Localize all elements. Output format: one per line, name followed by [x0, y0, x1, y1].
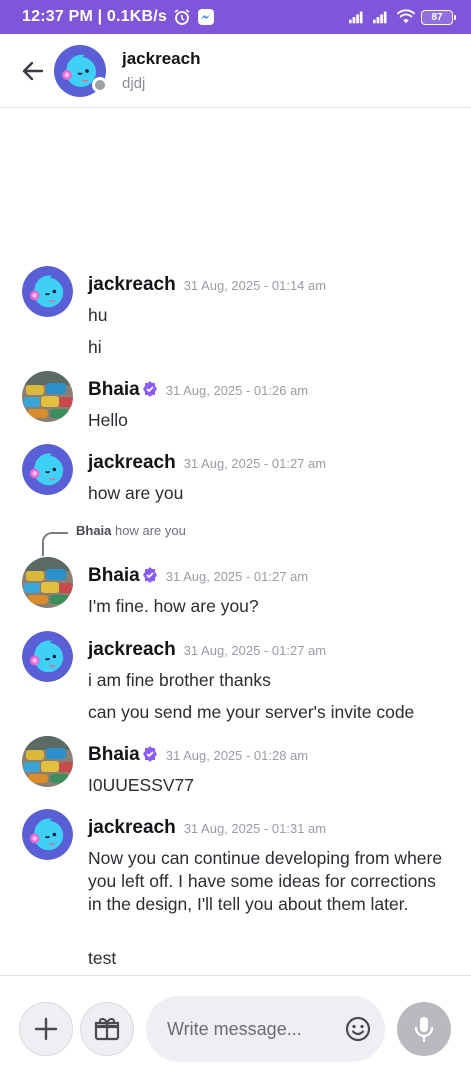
reply-preview: Bhaia how are you: [76, 523, 186, 538]
add-attachment-button[interactable]: [19, 1002, 73, 1056]
gift-icon: [94, 1017, 120, 1041]
emoji-button[interactable]: [343, 1014, 373, 1044]
message-author[interactable]: Bhaia: [88, 379, 158, 401]
message-timestamp: 31 Aug, 2025 - 01:28 am: [165, 748, 309, 763]
battery-indicator: 87: [421, 9, 456, 25]
chat-header: jackreach djdj: [0, 34, 471, 108]
verified-badge-icon: [142, 381, 157, 397]
message-author[interactable]: jackreach: [88, 817, 176, 839]
message-input-container: [146, 996, 385, 1062]
avatar[interactable]: [22, 371, 73, 422]
message-author[interactable]: jackreach: [88, 274, 176, 296]
message-timestamp: 31 Aug, 2025 - 01:31 am: [183, 821, 327, 836]
message-author[interactable]: Bhaia: [88, 565, 158, 587]
voice-message-button[interactable]: [397, 1002, 451, 1056]
presence-indicator: [92, 76, 108, 93]
avatar[interactable]: [54, 44, 108, 97]
message-timestamp: 31 Aug, 2025 - 01:27 am: [183, 456, 327, 471]
message-timestamp: 31 Aug, 2025 - 01:26 am: [165, 383, 309, 398]
avatar[interactable]: [22, 631, 73, 682]
message-input[interactable]: [167, 1018, 327, 1040]
message-text: I0UUESSV77: [88, 775, 195, 795]
message-text: hi: [88, 337, 102, 357]
avatar-jackreach-image: [22, 266, 73, 317]
contact-status: djdj: [122, 75, 146, 92]
microphone-icon: [414, 1017, 434, 1043]
message-text: how are you: [88, 483, 184, 503]
gift-button[interactable]: [80, 1002, 134, 1056]
message-text: test: [88, 948, 117, 968]
reply-reference[interactable]: Bhaia how are you: [42, 523, 186, 556]
messenger-icon: [198, 9, 215, 25]
message-timestamp: 31 Aug, 2025 - 01:14 am: [183, 278, 327, 293]
avatar[interactable]: [22, 266, 73, 317]
message-author[interactable]: Bhaia: [88, 744, 158, 766]
message-text: Hello: [88, 410, 128, 430]
contact-name[interactable]: jackreach: [122, 49, 200, 69]
avatar-jackreach-image: [22, 809, 73, 860]
message-timestamp: 31 Aug, 2025 - 01:27 am: [183, 643, 327, 658]
message-text: can you send me your server's invite cod…: [88, 702, 415, 722]
message-author[interactable]: jackreach: [88, 452, 176, 474]
smiley-icon: [345, 1016, 371, 1042]
avatar[interactable]: [22, 809, 73, 860]
avatar[interactable]: [22, 444, 73, 495]
message-timestamp: 31 Aug, 2025 - 01:27 am: [165, 569, 309, 584]
arrow-left-icon: [22, 61, 44, 80]
avatar-bhaia-image: [22, 736, 73, 787]
verified-badge-icon: [142, 567, 157, 583]
message-text: Now you can continue developing from whe…: [88, 848, 443, 914]
back-button[interactable]: [13, 51, 53, 91]
wifi-icon: [397, 9, 415, 24]
avatar-bhaia-image: [22, 557, 73, 608]
avatar-bhaia-image: [22, 371, 73, 422]
message-author[interactable]: jackreach: [88, 639, 176, 661]
status-time: 12:37 PM | 0.1KB/s: [22, 8, 168, 25]
avatar-jackreach-image: [22, 444, 73, 495]
message-text: hu: [88, 305, 108, 325]
message-text: I'm fine. how are you?: [88, 596, 259, 616]
avatar[interactable]: [22, 557, 73, 608]
status-bar: 12:37 PM | 0.1KB/s 87: [0, 0, 471, 34]
message-composer: [0, 975, 471, 1080]
message-list[interactable]: jackreach 31 Aug, 2025 - 01:14 am hu hi …: [0, 109, 471, 975]
signal-icon-2: [373, 11, 387, 24]
plus-icon: [34, 1017, 58, 1041]
avatar[interactable]: [22, 736, 73, 787]
reply-connector: [42, 532, 68, 556]
message-text: i am fine brother thanks: [88, 670, 271, 690]
avatar-jackreach-image: [22, 631, 73, 682]
verified-badge-icon: [142, 746, 157, 762]
signal-icon-1: [349, 11, 363, 24]
alarm-icon: [174, 9, 190, 25]
